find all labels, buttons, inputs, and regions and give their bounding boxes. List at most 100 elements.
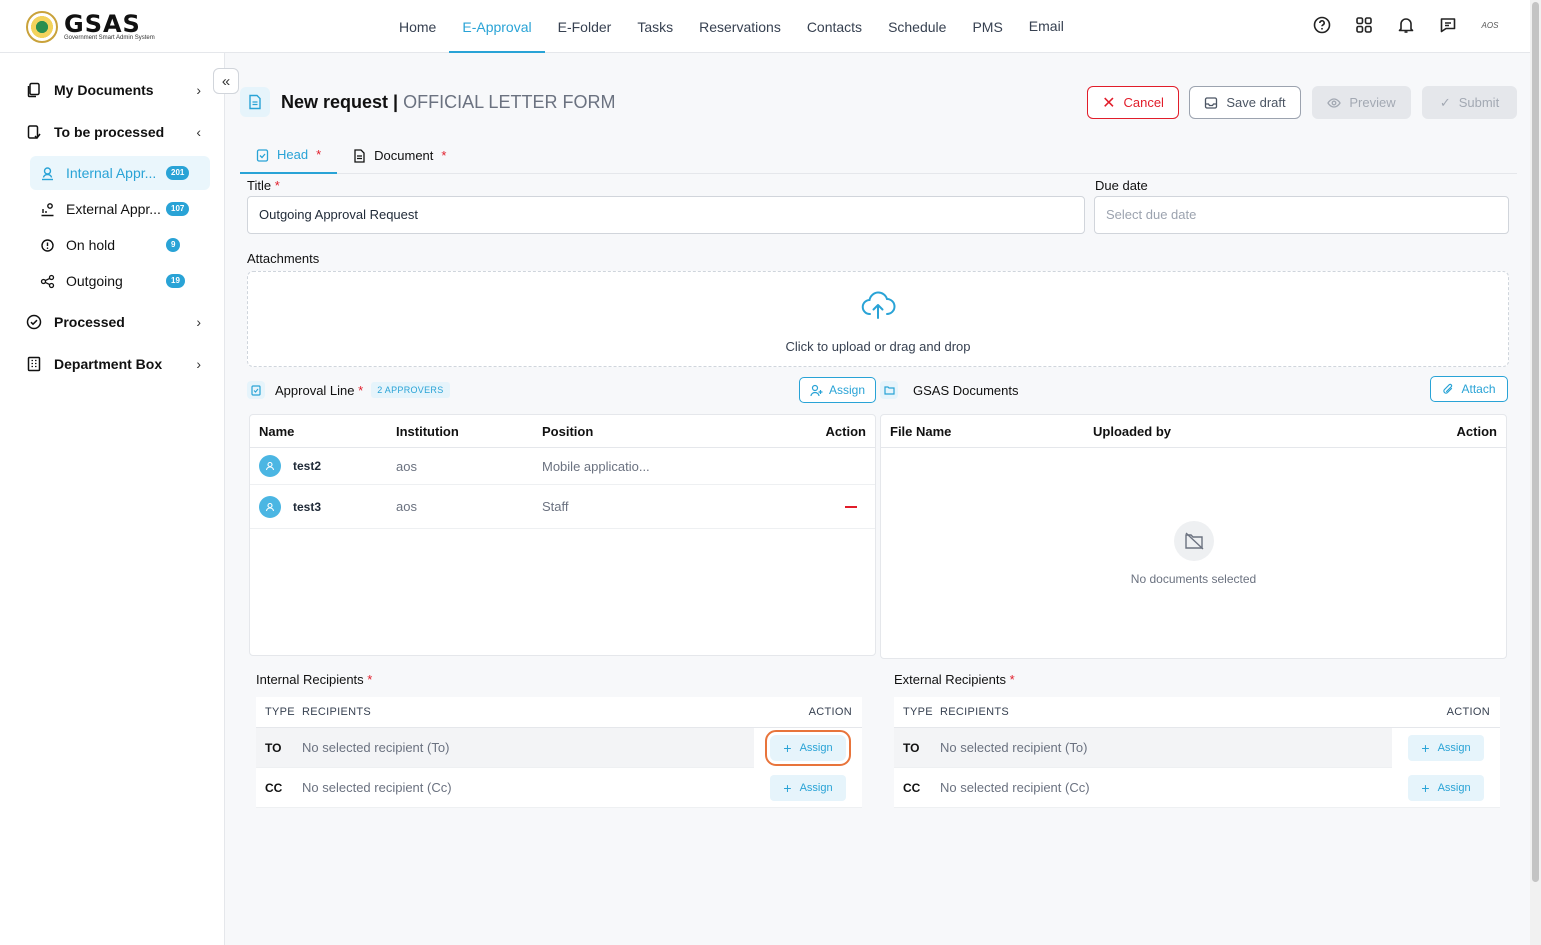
check-icon: ✓ (1439, 94, 1451, 110)
external-table-header: TYPE RECIPIENTS ACTION (894, 697, 1500, 728)
logo-name: GSAS (64, 9, 141, 38)
sidebar-department-box-label: Department Box (54, 356, 163, 372)
page-scrollbar[interactable] (1530, 0, 1541, 945)
table-row[interactable]: test2 aos Mobile applicatio... (250, 448, 875, 485)
nav-tasks[interactable]: Tasks (624, 0, 686, 53)
user-avatar[interactable]: AOS (1480, 15, 1500, 35)
required-mark: * (358, 382, 364, 398)
approver-position: Staff (542, 499, 569, 514)
attach-button[interactable]: Attach (1430, 376, 1508, 402)
chevron-right-icon: › (196, 314, 201, 330)
cancel-label: Cancel (1123, 95, 1164, 110)
preview-button[interactable]: Preview (1312, 86, 1411, 119)
preview-label: Preview (1349, 95, 1396, 110)
sidebar-item-external-approval[interactable]: External Appr... 107 (30, 192, 210, 226)
sidebar-to-be-processed[interactable]: To be processed ‹ (26, 120, 201, 144)
no-documents-icon (1174, 521, 1214, 561)
plus-icon: + (783, 779, 792, 796)
count-badge: 107 (166, 202, 190, 216)
plus-icon: + (1421, 779, 1430, 796)
document-icon (240, 87, 270, 117)
assign-cc-recipient-button[interactable]: + Assign (770, 774, 846, 801)
count-badge: 19 (166, 274, 185, 288)
apps-grid-icon[interactable] (1354, 15, 1374, 35)
column-action: Action (825, 423, 866, 439)
nav-home[interactable]: Home (386, 0, 449, 53)
approval-table-header: Name Institution Position Action (250, 415, 875, 448)
gsas-documents-table: File Name Uploaded by Action No document… (880, 414, 1507, 659)
sidebar-my-documents-label: My Documents (54, 82, 154, 98)
logo[interactable]: GSAS Government Smart Admin System (26, 11, 155, 43)
gsas-documents-title: GSAS Documents (913, 382, 1019, 398)
bell-icon[interactable] (1396, 15, 1416, 35)
chat-icon[interactable] (1438, 15, 1458, 35)
clipboard-icon (247, 381, 265, 399)
assign-cc-recipient-button[interactable]: + Assign (1408, 774, 1484, 801)
assign-to-recipient-button[interactable]: + Assign (765, 729, 851, 766)
share-icon (40, 274, 55, 288)
nav-pms[interactable]: PMS (959, 0, 1015, 53)
nav-contacts[interactable]: Contacts (794, 0, 875, 53)
chevron-down-icon: ‹ (196, 124, 201, 140)
inbox-icon (1205, 96, 1218, 109)
approver-institution: aos (396, 458, 417, 474)
submit-button[interactable]: ✓ Submit (1422, 86, 1517, 119)
assign-approver-button[interactable]: Assign (799, 377, 876, 403)
required-mark: * (441, 148, 447, 163)
tab-head[interactable]: Head * (240, 137, 338, 174)
column-action: Action (1456, 423, 1497, 439)
recipient-type: TO (265, 740, 282, 755)
sidebar-item-internal-approval[interactable]: Internal Appr... 201 (30, 156, 210, 190)
recipient-value: No selected recipient (Cc) (302, 780, 452, 795)
recipient-type: TO (903, 740, 920, 755)
sidebar-item-label: On hold (66, 237, 116, 253)
page-form-name: OFFICIAL LETTER FORM (403, 92, 616, 112)
recipient-value: No selected recipient (Cc) (940, 780, 1090, 795)
internal-recipients-table: TYPE RECIPIENTS ACTION TO No selected re… (256, 697, 862, 808)
column-recipients: RECIPIENTS (940, 706, 1010, 718)
nav-schedule[interactable]: Schedule (875, 0, 959, 53)
attach-label: Attach (1461, 382, 1496, 396)
column-action: ACTION (1446, 706, 1490, 718)
sidebar-to-be-processed-label: To be processed (54, 124, 165, 140)
main-nav: Home E-Approval E-Folder Tasks Reservati… (386, 0, 1077, 53)
help-icon[interactable] (1312, 15, 1332, 35)
external-recipients-label: External Recipients (894, 672, 1006, 687)
user-avatar-icon (259, 495, 281, 518)
save-draft-button[interactable]: Save draft (1189, 86, 1301, 119)
form-tabs: Head * Document * (240, 137, 1517, 174)
upload-dropzone[interactable]: Click to upload or drag and drop (247, 271, 1509, 367)
sidebar-processed[interactable]: Processed › (26, 310, 201, 334)
logo-seal-icon (26, 11, 58, 43)
nav-e-approval[interactable]: E-Approval (449, 0, 545, 53)
approval-table: Name Institution Position Action test2 a… (249, 414, 876, 656)
assign-to-recipient-button[interactable]: + Assign (1408, 734, 1484, 761)
page-title-main: New request | (281, 92, 399, 112)
approvers-count-tag: 2 APPROVERS (371, 382, 450, 398)
required-mark: * (316, 147, 322, 162)
table-row: TO No selected recipient (To) + Assign (894, 727, 1500, 768)
tab-document[interactable]: Document * (337, 137, 462, 174)
nav-e-folder[interactable]: E-Folder (545, 0, 625, 53)
internal-recipients-label: Internal Recipients (256, 672, 364, 687)
nav-reservations[interactable]: Reservations (686, 0, 794, 53)
approval-line-title: Approval Line (275, 382, 355, 398)
column-recipients: RECIPIENTS (302, 706, 372, 718)
remove-approver-icon[interactable] (845, 505, 857, 508)
sidebar-item-outgoing[interactable]: Outgoing 19 (30, 264, 210, 298)
required-mark: * (1009, 672, 1015, 687)
collapse-sidebar-button[interactable]: « (213, 68, 239, 94)
nav-email[interactable]: Email (1016, 0, 1077, 52)
paperclip-icon (1443, 383, 1453, 394)
cancel-button[interactable]: ✕ Cancel (1087, 86, 1179, 119)
tab-document-label: Document (374, 148, 434, 163)
title-input[interactable]: Outgoing Approval Request (247, 196, 1085, 234)
sidebar-department-box[interactable]: Department Box › (26, 352, 201, 376)
sidebar-my-documents[interactable]: My Documents › (26, 78, 201, 102)
scrollbar-thumb[interactable] (1532, 2, 1539, 882)
table-row[interactable]: test3 aos Staff (250, 485, 875, 529)
due-date-input[interactable]: Select due date (1094, 196, 1509, 234)
sidebar-item-on-hold[interactable]: On hold 9 (30, 228, 210, 262)
close-icon: ✕ (1102, 94, 1116, 112)
table-row: CC No selected recipient (Cc) + Assign (256, 768, 862, 808)
